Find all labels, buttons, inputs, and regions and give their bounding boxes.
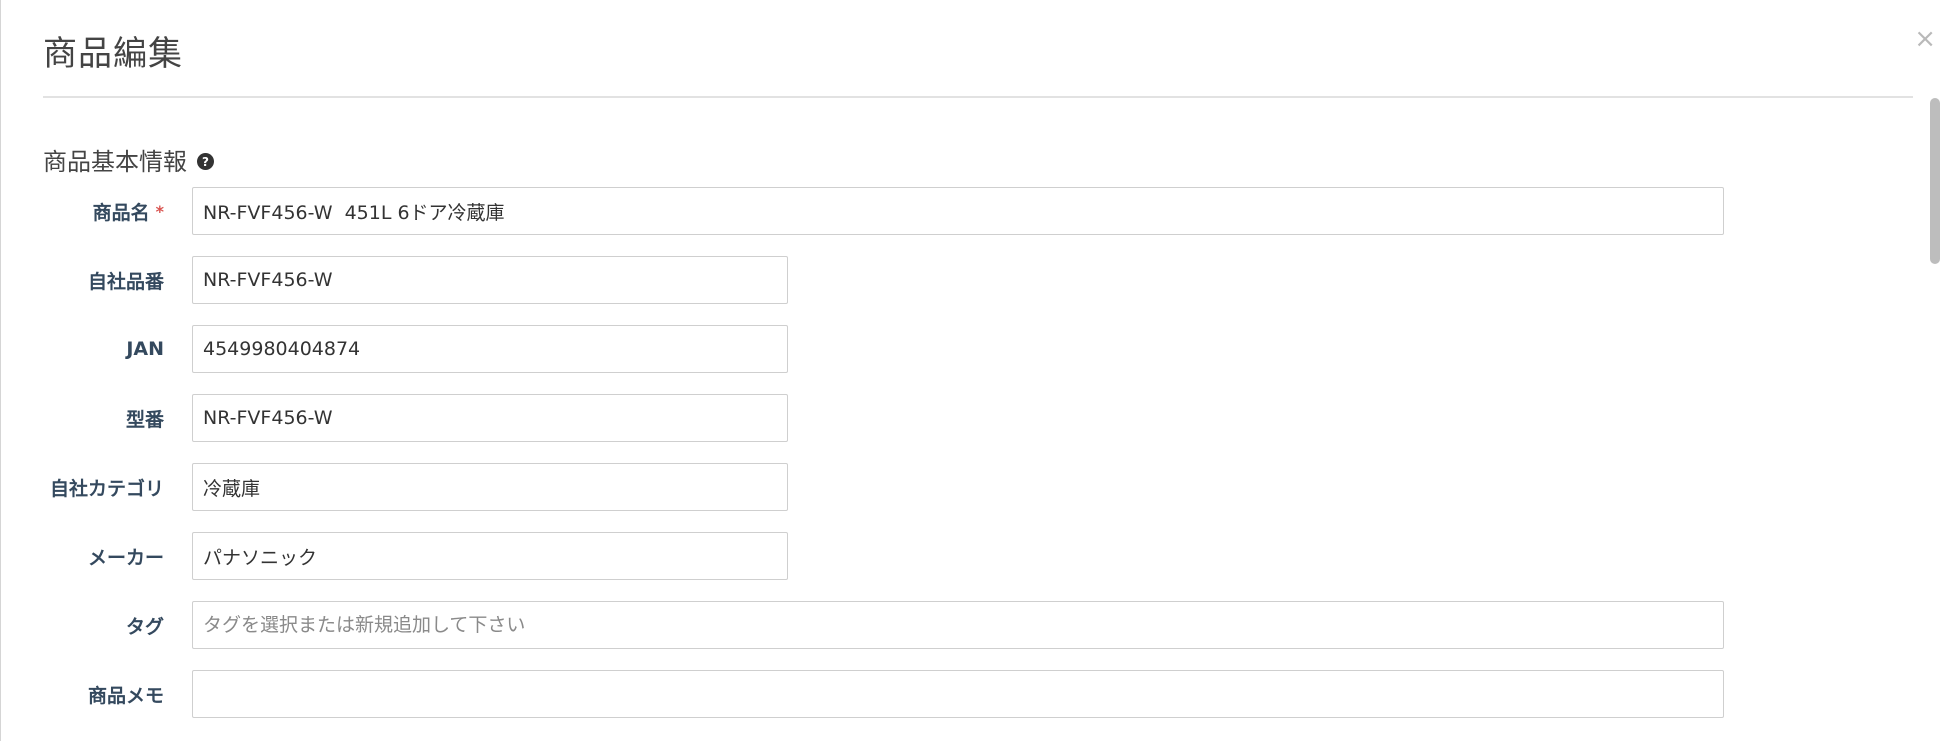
maker-row: メーカー [1, 532, 788, 580]
section-title: 商品基本情報 ? [43, 142, 214, 177]
modal-title: 商品編集 [43, 34, 183, 74]
memo-label: 商品メモ [87, 684, 164, 707]
memo-row: 商品メモ [1, 670, 1724, 718]
tag-input[interactable] [192, 601, 1724, 649]
scrollbar[interactable] [1930, 98, 1940, 741]
model-row: 型番 [1, 394, 788, 442]
memo-input[interactable] [192, 670, 1724, 718]
own-category-label: 自社カテゴリ [49, 477, 164, 500]
own-code-label: 自社品番 [87, 270, 164, 293]
close-icon[interactable]: × [1914, 26, 1936, 52]
own-code-input[interactable] [192, 256, 788, 304]
help-icon[interactable]: ? [197, 153, 214, 170]
jan-label: JAN [126, 338, 164, 360]
product-edit-modal: × 商品編集 商品基本情報 ? 商品名* 自社品番 JAN 型番 [0, 0, 1952, 741]
own-category-row: 自社カテゴリ [1, 463, 788, 511]
product-name-row: 商品名 * [1, 187, 1724, 235]
product-name-input[interactable] [192, 187, 1724, 235]
own-code-row: 自社品番 [1, 256, 788, 304]
own-category-input[interactable] [192, 463, 788, 511]
product-name-label: 商品名 * [92, 201, 164, 224]
tag-row: タグ [1, 601, 1724, 649]
scrollbar-thumb[interactable] [1930, 98, 1940, 264]
jan-row: JAN [1, 325, 788, 373]
model-label: 型番 [125, 408, 164, 431]
maker-label: メーカー [87, 546, 164, 569]
section-title-text: 商品基本情報 [43, 148, 187, 176]
required-mark: * [155, 201, 164, 221]
tag-label: タグ [125, 615, 164, 638]
header-divider [43, 96, 1913, 98]
model-input[interactable] [192, 394, 788, 442]
jan-input[interactable] [192, 325, 788, 373]
maker-input[interactable] [192, 532, 788, 580]
